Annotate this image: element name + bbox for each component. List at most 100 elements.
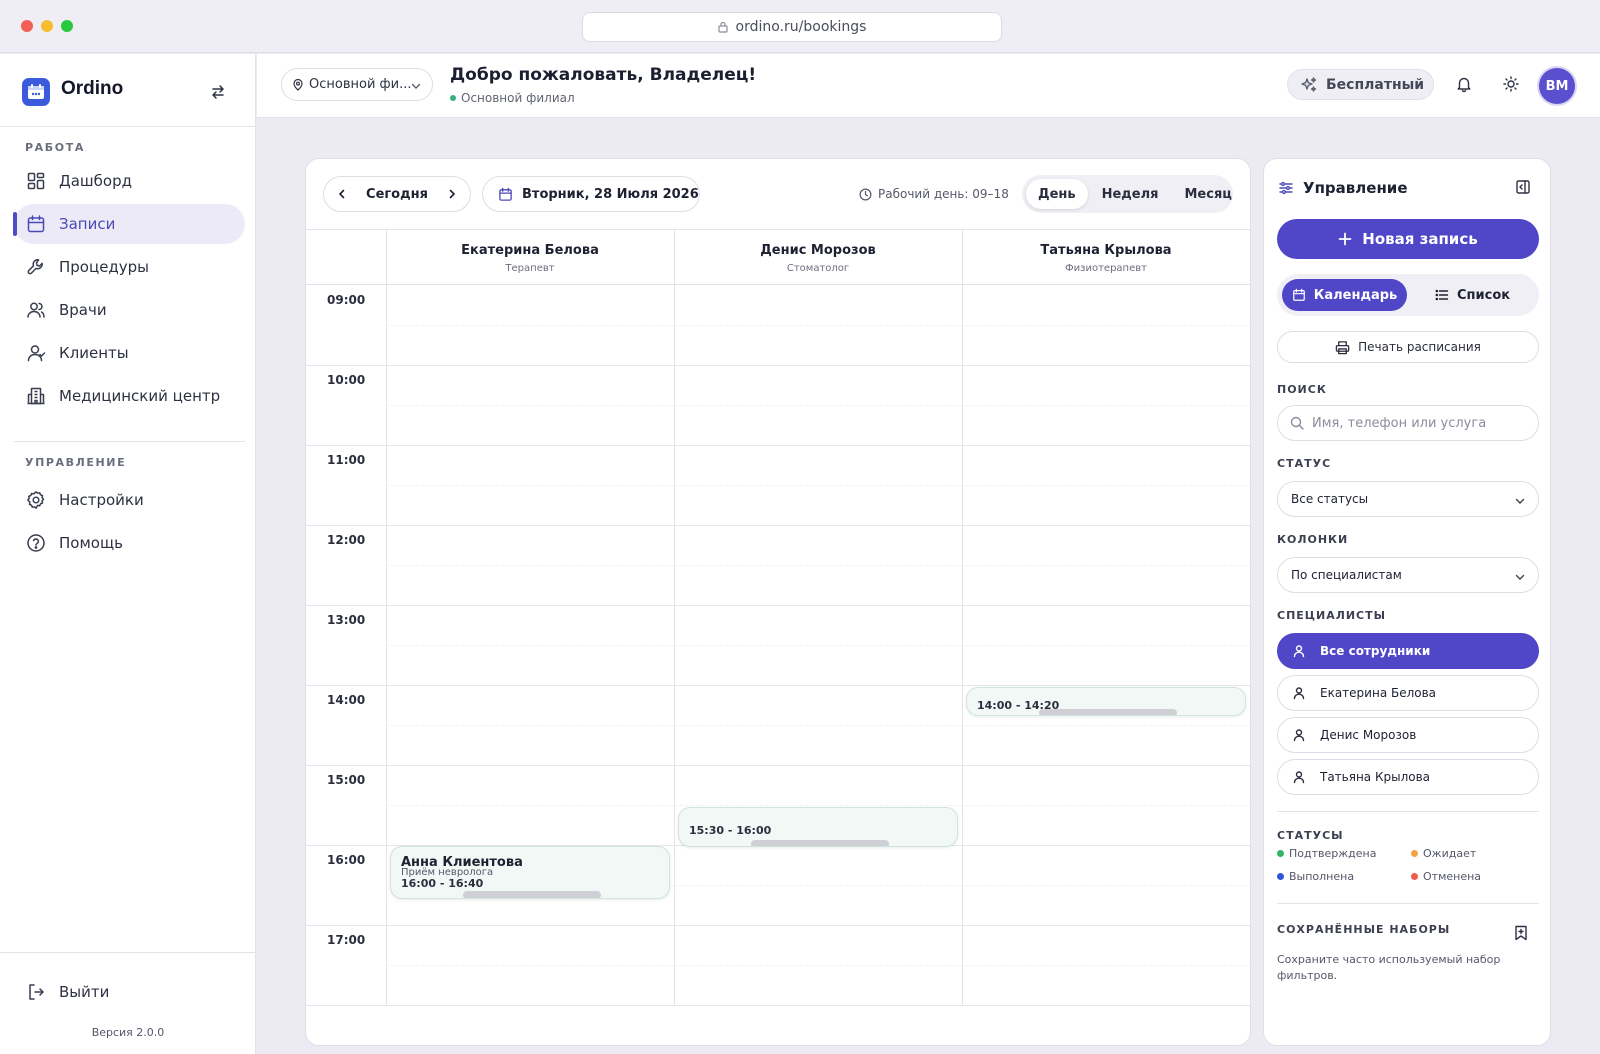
appointment-card[interactable]: 14:00 - 14:20 <box>966 687 1246 716</box>
status-legend-label: Выполнена <box>1289 870 1355 883</box>
sidebar-bottom-divider <box>0 952 256 953</box>
appointment-card[interactable]: Анна Клиентова Приём невролога 16:00 - 1… <box>390 846 670 899</box>
sidebar-item-clients[interactable]: Клиенты <box>14 333 245 373</box>
mode-list-label: Список <box>1457 287 1511 303</box>
header-bottom-border <box>306 284 1250 285</box>
specialist-filter-belova[interactable]: Екатерина Белова <box>1277 675 1539 711</box>
sidebar-item-doctors[interactable]: Врачи <box>14 290 245 330</box>
appointment-resize-handle[interactable] <box>463 891 601 898</box>
search-input[interactable] <box>1312 415 1512 431</box>
today-button[interactable]: Сегодня <box>366 187 428 202</box>
hour-label: 12:00 <box>327 533 366 547</box>
calendar-card: Сегодня Вторник, 28 Июля 2026 Рабочий де… <box>305 158 1251 1046</box>
mode-calendar-button[interactable]: Календарь <box>1282 279 1407 311</box>
specialist-name: Денис Морозов <box>760 243 876 258</box>
chevron-left-icon[interactable] <box>336 188 348 200</box>
search-field[interactable] <box>1277 405 1539 441</box>
hour-row-divider <box>306 765 1250 766</box>
status-legend-label: Отменена <box>1423 870 1482 883</box>
hour-row-divider <box>306 685 1250 686</box>
building-icon <box>27 387 45 405</box>
avatar[interactable]: ВМ <box>1539 68 1575 104</box>
saved-sets-description: Сохраните часто используемый набор фильт… <box>1277 953 1501 982</box>
window-maximize-button[interactable] <box>61 20 73 32</box>
wrench-icon <box>27 259 43 275</box>
sparkles-icon <box>1301 76 1317 92</box>
plan-badge[interactable]: Бесплатный <box>1287 69 1434 100</box>
appointment-card[interactable]: 15:30 - 16:00 <box>678 807 958 847</box>
branch-select[interactable]: Основной фи... <box>281 68 433 101</box>
calendar-icon <box>27 215 45 233</box>
sidebar-item-settings[interactable]: Настройки <box>14 480 245 520</box>
grid-bottom-border <box>306 1005 1250 1006</box>
address-bar[interactable]: ordino.ru/bookings <box>582 12 1002 42</box>
sidebar-item-medical-center[interactable]: Медицинский центр <box>14 376 245 416</box>
view-week-button[interactable]: Неделя <box>1090 179 1171 209</box>
calendar-icon <box>499 187 512 201</box>
branch-status-dot <box>450 95 456 101</box>
new-booking-button[interactable]: Новая запись <box>1277 219 1539 259</box>
appointment-time: 15:30 - 16:00 <box>689 824 772 837</box>
status-select[interactable]: Все статусы <box>1277 481 1539 517</box>
date-picker-button[interactable]: Вторник, 28 Июля 2026 <box>482 176 700 212</box>
status-dot <box>1277 850 1284 857</box>
view-switcher: День Неделя Месяц <box>1022 175 1233 213</box>
panel-title: Управление <box>1303 179 1408 197</box>
specialists-label: СПЕЦИАЛИСТЫ <box>1277 609 1387 622</box>
theme-toggle-sun-icon[interactable] <box>1502 75 1520 93</box>
half-hour-divider <box>386 485 1250 486</box>
window-close-button[interactable] <box>21 20 33 32</box>
specialist-filter-krylova[interactable]: Татьяна Крылова <box>1277 759 1539 795</box>
view-month-button[interactable]: Месяц <box>1173 179 1244 209</box>
plan-badge-label: Бесплатный <box>1326 76 1425 93</box>
sidebar-item-help[interactable]: Помощь <box>14 523 245 563</box>
bookmark-plus-icon[interactable] <box>1514 925 1528 941</box>
sidebar-toggle-icon[interactable] <box>210 84 226 100</box>
window-minimize-button[interactable] <box>41 20 53 32</box>
sidebar-item-label: Врачи <box>59 301 107 319</box>
hour-label: 15:00 <box>327 773 366 787</box>
sidebar-item-dashboard[interactable]: Дашборд <box>14 161 245 201</box>
gear-icon <box>27 491 45 509</box>
appointment-time: 16:00 - 16:40 <box>401 877 484 890</box>
column-header-belova: Екатерина Белова Терапевт <box>386 243 674 274</box>
column-divider <box>674 229 675 1005</box>
user-icon <box>1293 645 1305 658</box>
column-header-morozov: Денис Морозов Стоматолог <box>674 243 962 274</box>
sidebar: Ordino РАБОТА Дашборд Записи Процедуры В… <box>0 54 256 1054</box>
section-title-manage: УПРАВЛЕНИЕ <box>25 456 127 469</box>
appointment-resize-handle[interactable] <box>751 840 889 846</box>
column-divider <box>962 229 963 1005</box>
appointment-resize-handle[interactable] <box>1039 709 1177 715</box>
logo-row: Ordino <box>0 54 256 127</box>
calendar-icon <box>1292 288 1305 301</box>
saved-sets-label: СОХРАНЁННЫЕ НАБОРЫ <box>1277 923 1451 936</box>
specialist-filter-morozov[interactable]: Денис Морозов <box>1277 717 1539 753</box>
panel-collapse-icon[interactable] <box>1515 179 1531 195</box>
hour-label: 13:00 <box>327 613 366 627</box>
logout-button[interactable]: Выйти <box>14 972 245 1012</box>
sidebar-item-label: Помощь <box>59 534 123 552</box>
clients-icon <box>27 345 46 362</box>
app-name: Ordino <box>61 78 124 99</box>
user-icon <box>1293 729 1305 742</box>
workday-text: Рабочий день: 09–18 <box>878 187 1009 201</box>
view-day-button[interactable]: День <box>1026 179 1088 209</box>
status-legend-pending: Ожидает <box>1411 847 1476 860</box>
column-header-krylova: Татьяна Крылова Физиотерапевт <box>962 243 1250 274</box>
specialist-name: Татьяна Крылова <box>1040 243 1172 258</box>
chevron-right-icon[interactable] <box>446 188 458 200</box>
mode-list-button[interactable]: Список <box>1435 279 1510 311</box>
columns-select[interactable]: По специалистам <box>1277 557 1539 593</box>
hour-row-divider <box>306 445 1250 446</box>
notifications-bell-icon[interactable] <box>1455 75 1473 93</box>
panel-divider <box>1277 903 1539 904</box>
status-legend-label: Подтверждена <box>1289 847 1377 860</box>
status-legend-completed: Выполнена <box>1277 870 1354 883</box>
specialist-filter-all[interactable]: Все сотрудники <box>1277 633 1539 669</box>
sidebar-item-bookings[interactable]: Записи <box>13 204 245 244</box>
sidebar-item-label: Клиенты <box>59 344 129 362</box>
print-schedule-button[interactable]: Печать расписания <box>1277 331 1539 363</box>
sidebar-item-procedures[interactable]: Процедуры <box>14 247 245 287</box>
current-branch: Основной филиал <box>450 91 575 105</box>
